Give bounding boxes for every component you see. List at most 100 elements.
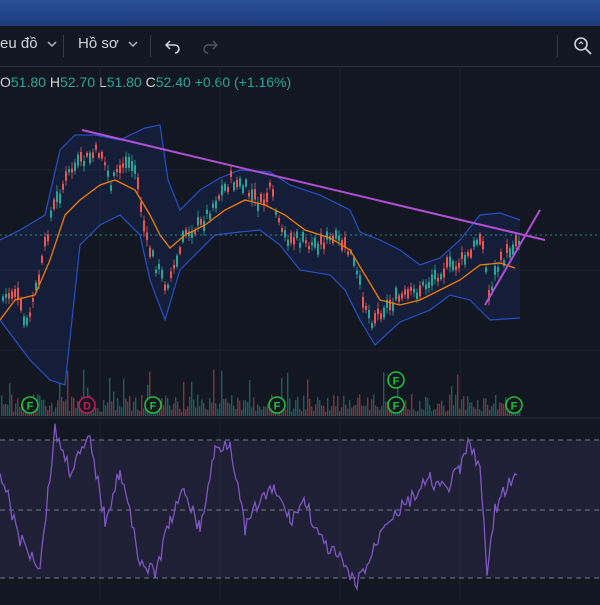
volume-bar xyxy=(471,402,473,416)
badge-f[interactable]: F xyxy=(387,396,405,414)
volume-bar xyxy=(367,397,369,416)
candle-body xyxy=(278,217,280,223)
volume-bar xyxy=(61,397,63,416)
candle-body xyxy=(137,177,139,190)
candle-body xyxy=(110,185,112,191)
candle-body xyxy=(443,268,445,278)
candle-body xyxy=(2,296,4,301)
candle-body xyxy=(122,163,124,168)
profile-dropdown[interactable]: Hồ sơ xyxy=(78,35,139,52)
candle-body xyxy=(131,160,133,172)
candle-body xyxy=(428,281,430,289)
volume-bar xyxy=(15,403,17,416)
volume-bar xyxy=(205,408,207,416)
volume-bar xyxy=(69,410,71,416)
candle-body xyxy=(398,295,400,302)
candle-body xyxy=(458,262,460,268)
volume-bar xyxy=(225,398,227,416)
candle-body xyxy=(53,199,55,210)
volume-bar xyxy=(341,407,343,416)
candle-body xyxy=(404,289,406,295)
volume-bar xyxy=(383,372,385,416)
volume-bar xyxy=(261,409,263,416)
candle-body xyxy=(434,269,436,280)
volume-bar xyxy=(77,401,79,416)
volume-bar xyxy=(297,396,299,416)
chart-canvas: F D F F F F F xyxy=(0,66,600,600)
volume-bar xyxy=(133,401,135,416)
volume-bar xyxy=(5,403,7,416)
candle-body xyxy=(224,183,226,191)
candle-body xyxy=(59,193,61,204)
volume-bar xyxy=(17,398,19,416)
candle-body xyxy=(455,266,457,271)
candle-body xyxy=(377,308,379,315)
volume-bar xyxy=(107,402,109,416)
volume-bar xyxy=(131,410,133,416)
candle-body xyxy=(401,293,403,299)
volume-bar xyxy=(305,409,307,416)
candle-body xyxy=(17,287,19,300)
chart-type-dropdown[interactable]: eu đồ xyxy=(0,35,58,52)
volume-bar xyxy=(519,411,521,416)
badge-f[interactable]: F xyxy=(387,371,405,389)
candle-body xyxy=(470,249,472,258)
candle-body xyxy=(236,179,238,188)
candle-body xyxy=(119,165,121,174)
badge-f[interactable]: F xyxy=(268,396,286,414)
redo-icon[interactable] xyxy=(201,37,219,55)
candle-body xyxy=(83,161,85,167)
volume-bar xyxy=(165,395,167,416)
search-icon[interactable] xyxy=(572,35,594,57)
candle-body xyxy=(92,152,94,159)
volume-bar xyxy=(105,405,107,416)
volume-bar xyxy=(483,398,485,416)
volume-bar xyxy=(63,401,65,416)
candle-body xyxy=(62,183,64,190)
volume-bar xyxy=(65,399,67,416)
volume-bar xyxy=(477,400,479,416)
volume-bar xyxy=(167,398,169,416)
volume-bar xyxy=(249,379,251,416)
volume-bar xyxy=(377,407,379,416)
volume-bar xyxy=(291,411,293,416)
volume-bar xyxy=(423,410,425,416)
candle-body xyxy=(41,255,43,263)
badge-d[interactable]: D xyxy=(78,396,96,414)
volume-bar xyxy=(415,411,417,416)
volume-bar xyxy=(455,394,457,416)
candle-body xyxy=(359,275,361,285)
volume-bar xyxy=(237,397,239,416)
candle-body xyxy=(74,162,76,171)
volume-bar xyxy=(463,396,465,416)
volume-bar xyxy=(265,406,267,416)
volume-bar xyxy=(285,409,287,416)
volume-bar xyxy=(447,410,449,416)
candle-body xyxy=(155,269,157,274)
volume-bar xyxy=(489,409,491,416)
volume-bar xyxy=(215,403,217,416)
candle-body xyxy=(65,171,67,181)
undo-icon[interactable] xyxy=(164,37,182,55)
volume-bar xyxy=(51,402,53,416)
badge-f[interactable]: F xyxy=(505,396,523,414)
candle-body xyxy=(215,200,217,209)
volume-bar xyxy=(425,396,427,416)
candle-body xyxy=(365,305,367,310)
candle-body xyxy=(260,193,262,203)
volume-bar xyxy=(55,407,57,416)
candle-body xyxy=(23,316,25,326)
volume-bar xyxy=(355,404,357,416)
window-top-strip xyxy=(0,0,600,26)
badge-f[interactable]: F xyxy=(21,396,39,414)
volume-bar xyxy=(121,407,123,416)
price-chart-area[interactable]: F D F F F F F xyxy=(0,66,600,600)
toolbar-divider xyxy=(557,35,558,57)
toolbar-divider xyxy=(150,35,151,57)
badge-f[interactable]: F xyxy=(144,396,162,414)
volume-bar xyxy=(365,405,367,416)
volume-bar xyxy=(405,400,407,416)
volume-bar xyxy=(75,407,77,416)
volume-bar xyxy=(287,372,289,416)
volume-bar xyxy=(227,402,229,416)
